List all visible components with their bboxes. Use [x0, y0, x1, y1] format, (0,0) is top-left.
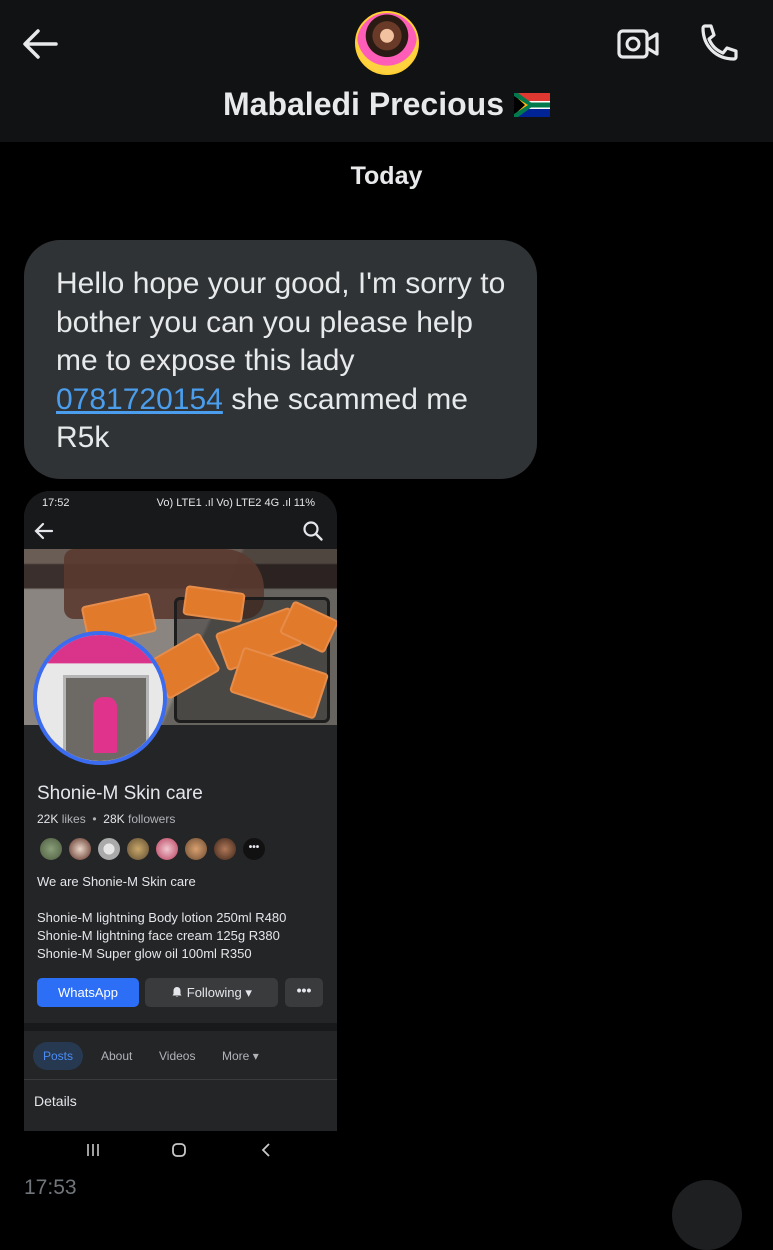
avatar [67, 836, 93, 862]
image-attachment[interactable]: 17:52 Vo) LTE1 .ıl Vo) LTE2 4G .ıl 11% S… [24, 491, 337, 1168]
voice-call-button[interactable] [694, 20, 742, 68]
followers-count: 28K [103, 812, 125, 826]
avatar [38, 836, 64, 862]
product-line: Shonie-M lightning Body lotion 250ml R48… [37, 910, 287, 925]
page-intro: We are Shonie-M Skin care [37, 874, 196, 889]
south-africa-flag-icon [513, 93, 550, 117]
person-shape [93, 697, 117, 753]
likes-count: 22K [37, 812, 59, 826]
chevron-down-icon: ▾ [245, 985, 252, 1000]
chevron-left-icon [261, 1143, 270, 1157]
fb-top-bar [24, 515, 337, 549]
avatar [154, 836, 180, 862]
chevron-down-icon: ▾ [252, 1049, 259, 1063]
page-title: Shonie-M Skin care [37, 783, 203, 804]
following-label: Following [186, 985, 242, 1000]
contact-name[interactable]: Mabaledi Precious [0, 86, 773, 123]
product-list: Shonie-M lightning Body lotion 250ml R48… [37, 909, 286, 963]
whatsapp-button: WhatsApp [37, 978, 139, 1007]
video-call-button[interactable] [614, 22, 662, 66]
contact-name-text: Mabaledi Precious [223, 86, 504, 122]
product-line: Shonie-M lightning face cream 125g R380 [37, 928, 280, 943]
more-options-button: ••• [285, 978, 323, 1007]
separator-dot: • [89, 812, 100, 826]
page-stats: 22K likes • 28K followers [37, 812, 175, 826]
search-icon [303, 521, 323, 541]
chat-header: Mabaledi Precious [0, 0, 773, 142]
page-profile-picture [33, 631, 167, 765]
back-button[interactable] [18, 22, 62, 66]
home-icon [172, 1143, 186, 1157]
bell-icon [172, 987, 182, 997]
following-button: Following ▾ [145, 978, 278, 1007]
tab-posts: Posts [33, 1042, 84, 1070]
status-icons: Vo) LTE1 .ıl Vo) LTE2 4G .ıl 11% [156, 497, 315, 509]
tab-more-label: More [222, 1049, 250, 1063]
floating-action-button[interactable] [672, 1180, 742, 1250]
video-camera-icon [617, 29, 659, 59]
page-tabs: Posts About Videos More ▾ [24, 1039, 337, 1073]
likes-label: likes [61, 812, 86, 826]
avatar [125, 836, 151, 862]
tabs-underline [24, 1079, 337, 1080]
avatar [96, 836, 122, 862]
message-text-before: Hello hope your good, I'm sorry to bothe… [56, 267, 506, 377]
date-separator: Today [350, 162, 423, 190]
phone-number-link[interactable]: 0781720154 [56, 383, 223, 416]
details-heading: Details [34, 1093, 77, 1109]
phone-icon [701, 24, 738, 61]
followers-label: followers [127, 812, 176, 826]
product-line: Shonie-M Super glow oil 100ml R350 [37, 946, 252, 961]
tab-more: More ▾ [222, 1042, 259, 1070]
more-followers-icon: ••• [241, 836, 267, 862]
tab-about: About [101, 1049, 133, 1063]
section-divider [24, 1023, 337, 1031]
phone-status-bar: 17:52 Vo) LTE1 .ıl Vo) LTE2 4G .ıl 11% [24, 491, 337, 515]
android-nav-bar [24, 1131, 337, 1168]
message-timestamp: 17:53 [24, 1176, 77, 1199]
arrow-left-icon [23, 29, 58, 59]
status-time: 17:52 [42, 497, 70, 509]
avatar [212, 836, 238, 862]
avatar [183, 836, 209, 862]
tab-videos: Videos [159, 1049, 196, 1063]
contact-avatar[interactable] [355, 11, 419, 75]
incoming-message-bubble[interactable]: Hello hope your good, I'm sorry to bothe… [24, 240, 537, 479]
recent-apps-icon [87, 1144, 99, 1156]
arrow-left-icon [34, 522, 54, 540]
